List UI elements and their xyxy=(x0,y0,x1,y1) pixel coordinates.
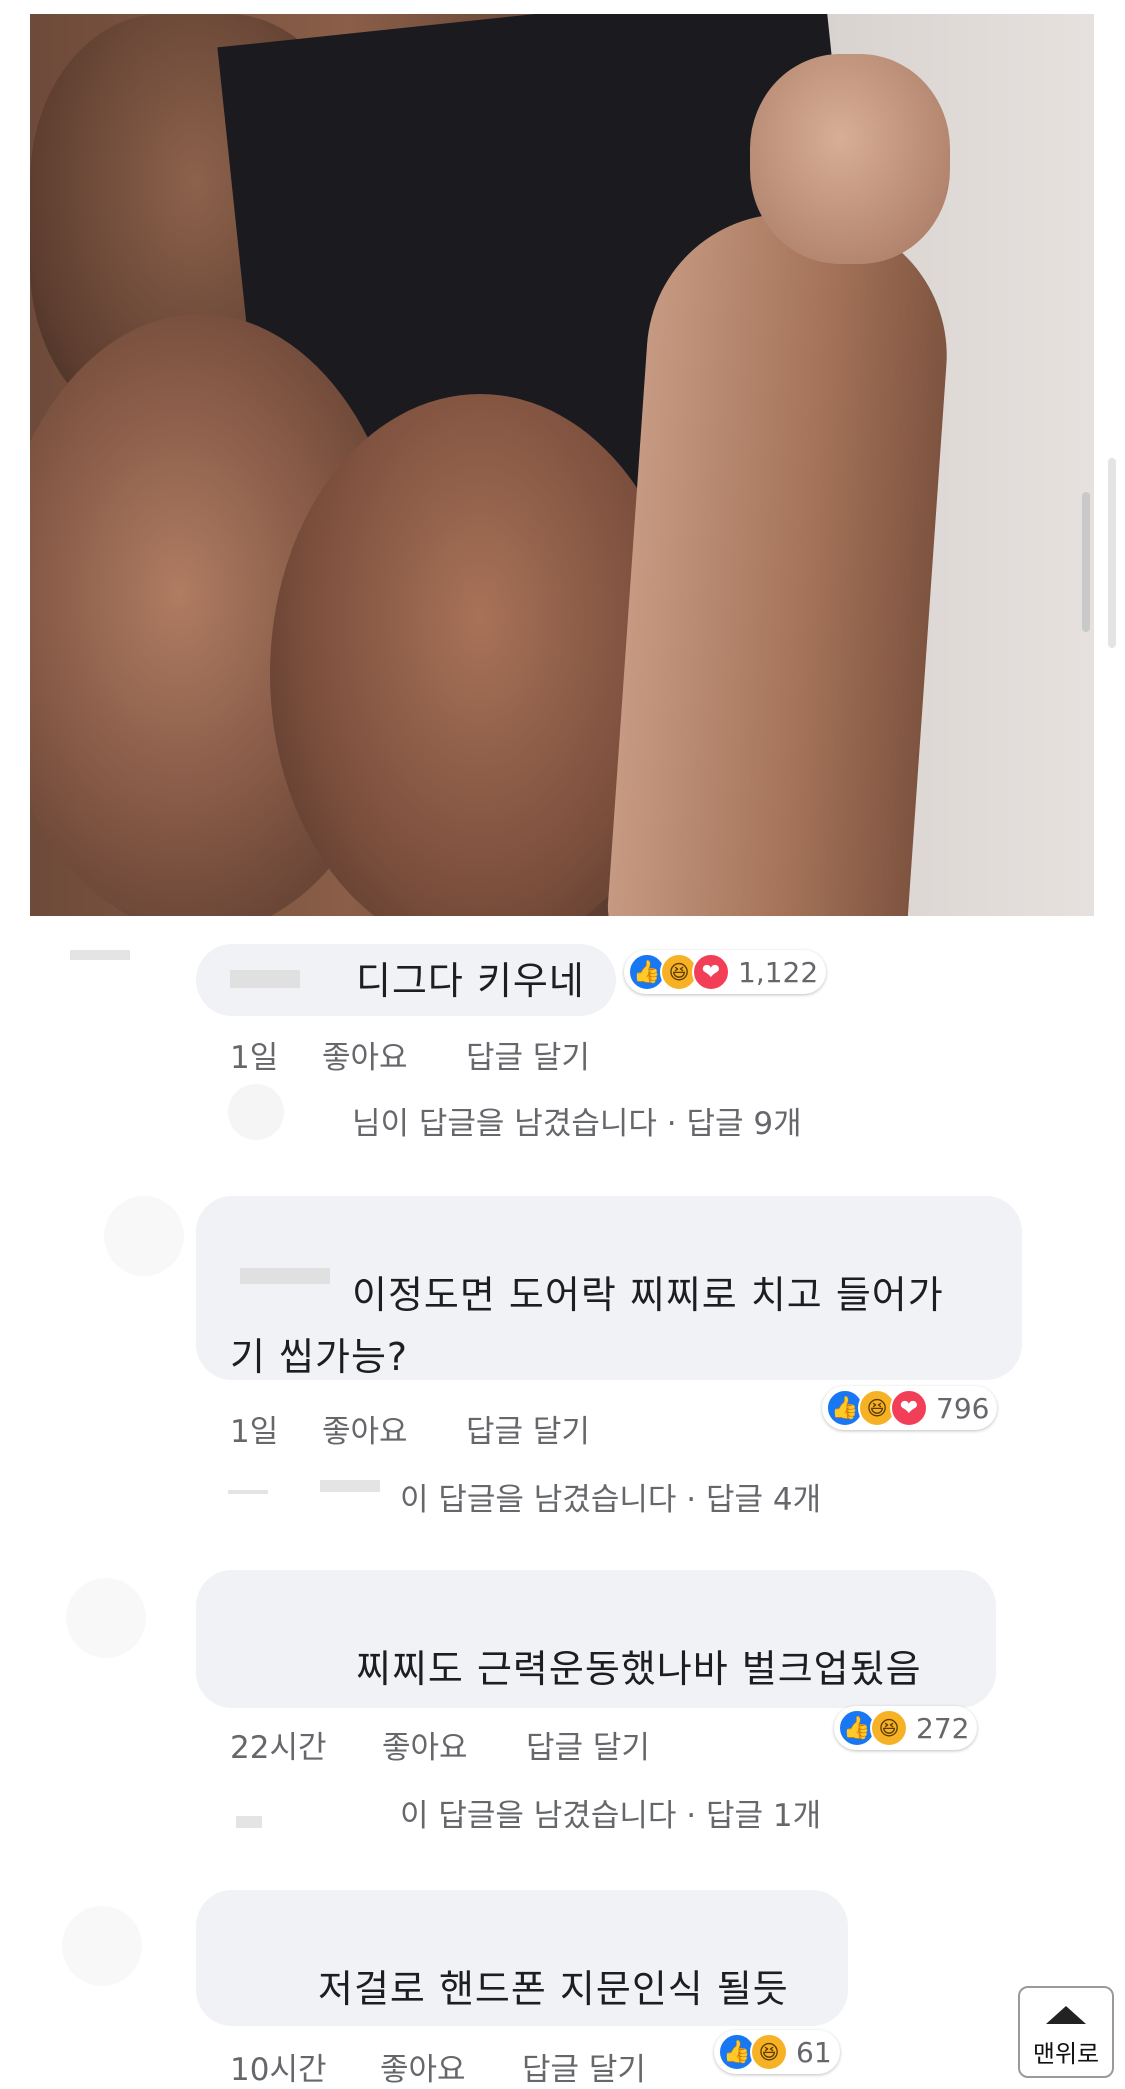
reply-link[interactable]: 답글 달기 xyxy=(522,2044,646,2089)
comment-text: 저걸로 핸드폰 지문인식 될듯 xyxy=(318,1967,789,2011)
reply-summary-text: 이 답글을 남겼습니다 xyxy=(400,1798,677,1834)
reply-count: · 답글 1개 xyxy=(686,1798,822,1834)
commenter-avatar xyxy=(62,1906,142,1986)
like-link[interactable]: 좋아요 xyxy=(322,1032,408,1077)
haha-icon: 😆 xyxy=(750,2033,788,2071)
redacted-name xyxy=(230,970,300,988)
reply-summary-text: 님이 답글을 남겼습니다 xyxy=(352,1106,657,1142)
redacted-mark xyxy=(236,1816,262,1828)
comment-meta: 1일 좋아요 답글 달기 xyxy=(230,1032,630,1076)
commenter-avatar xyxy=(104,1196,184,1276)
photo-fist xyxy=(750,54,950,264)
comment-time: 1일 xyxy=(230,1040,279,1076)
commenter-avatar xyxy=(66,1578,146,1658)
like-link[interactable]: 좋아요 xyxy=(382,1722,468,1767)
scrollbar-thumb[interactable] xyxy=(1082,492,1090,632)
arrow-up-icon xyxy=(1046,2006,1086,2024)
comment-meta: 22시간 좋아요 답글 달기 xyxy=(230,1722,690,1766)
redacted-name xyxy=(320,1480,380,1492)
comment-time: 1일 xyxy=(230,1414,279,1450)
comment-text: 디그다 키우네 xyxy=(356,959,585,1003)
like-link[interactable]: 좋아요 xyxy=(380,2044,466,2089)
reply-link[interactable]: 답글 달기 xyxy=(526,1722,650,1767)
reply-avatar xyxy=(228,1084,284,1140)
like-link[interactable]: 좋아요 xyxy=(322,1406,408,1451)
love-icon: ❤ xyxy=(692,953,730,991)
reaction-summary[interactable]: 👍 😆 61 xyxy=(714,2030,840,2074)
post-photo xyxy=(30,14,1094,916)
comment-meta: 10시간 좋아요 답글 달기 xyxy=(230,2044,700,2088)
reply-link[interactable]: 답글 달기 xyxy=(466,1032,590,1077)
redacted-mark xyxy=(228,1490,268,1494)
comment-meta: 1일 좋아요 답글 달기 xyxy=(230,1406,630,1450)
reply-count: · 답글 4개 xyxy=(686,1482,822,1518)
reply-count: · 답글 9개 xyxy=(666,1106,802,1142)
reply-summary[interactable]: 이 답글을 남겼습니다 · 답글 1개 xyxy=(400,1790,821,1835)
reaction-summary[interactable]: 👍 😆 272 xyxy=(834,1706,978,1750)
haha-icon: 😆 xyxy=(870,1709,908,1747)
scroll-to-top-button[interactable]: 맨위로 xyxy=(1018,1986,1114,2078)
reaction-summary[interactable]: 👍 😆 ❤ 1,122 xyxy=(624,950,827,994)
comment-text-line2: 기 씹가능? xyxy=(230,1335,409,1379)
reaction-count: 796 xyxy=(936,1391,990,1425)
comment-text: 이정도면 도어락 찌찌로 치고 들어가 xyxy=(352,1273,944,1317)
comment-time: 22시간 xyxy=(230,1730,327,1766)
scroll-to-top-label: 맨위로 xyxy=(1032,2040,1100,2068)
reaction-summary[interactable]: 👍 😆 ❤ 796 xyxy=(822,1386,998,1430)
reaction-count: 1,122 xyxy=(738,955,819,989)
comment-time: 10시간 xyxy=(230,2052,327,2088)
redacted-mark xyxy=(70,950,130,960)
redacted-name xyxy=(240,1268,330,1284)
reaction-count: 272 xyxy=(916,1711,970,1745)
reaction-count: 61 xyxy=(796,2035,832,2069)
photo-arm xyxy=(603,204,957,916)
scrollbar-track[interactable] xyxy=(1108,458,1116,648)
comment-text: 찌찌도 근력운동했나바 벌크업됬음 xyxy=(356,1647,922,1691)
reply-link[interactable]: 답글 달기 xyxy=(466,1406,590,1451)
reply-summary-text: 이 답글을 남겼습니다 xyxy=(400,1482,677,1518)
love-icon: ❤ xyxy=(890,1389,928,1427)
reply-summary[interactable]: 님이 답글을 남겼습니다 · 답글 9개 xyxy=(352,1098,802,1143)
reply-summary[interactable]: 이 답글을 남겼습니다 · 답글 4개 xyxy=(400,1474,821,1519)
